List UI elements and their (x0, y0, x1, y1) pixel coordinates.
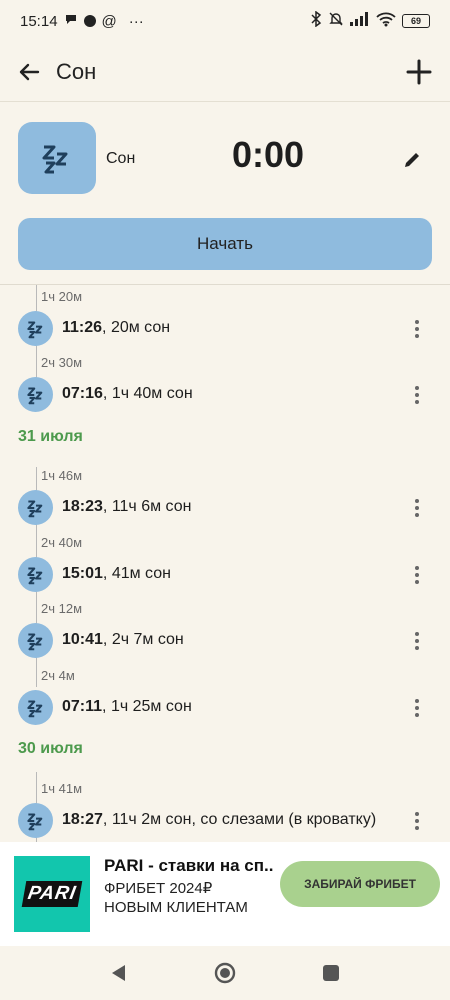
entry-text: 07:16, 1ч 40м сон (62, 385, 193, 403)
nav-recents-icon[interactable] (318, 960, 344, 986)
app-bar: Сон (0, 42, 450, 102)
ad-banner[interactable]: PARI PARI - ставки на сп... ФРИБЕТ 2024₽… (0, 842, 450, 946)
interval-label: 1ч 46м (41, 468, 83, 483)
zzz-icon (18, 377, 53, 412)
zzz-icon (18, 557, 53, 592)
entry-detail: , 20м сон (102, 319, 171, 336)
entry-text: 07:11, 1ч 25м сон (62, 698, 192, 716)
entry-detail: , 11ч 6м сон (102, 498, 192, 515)
more-vertical-icon[interactable] (406, 494, 428, 522)
mute-bell-icon (328, 11, 344, 31)
zzz-icon (18, 803, 53, 838)
entry-detail: , 11ч 2м сон, со слезами (в кроватку) (102, 811, 377, 828)
interval-label: 2ч 12м (41, 601, 83, 616)
pencil-icon[interactable] (398, 146, 426, 174)
chat-icon (64, 12, 78, 30)
entry-detail: , 2ч 7м сон (102, 631, 184, 648)
entry-text: 18:23, 11ч 6м сон (62, 498, 191, 516)
start-button[interactable]: Начать (18, 218, 432, 270)
plus-icon[interactable] (402, 55, 436, 89)
list-item[interactable]: 15:01, 41м сон (0, 555, 450, 595)
pari-logo: PARI (14, 856, 90, 932)
interval-label: 2ч 30м (41, 355, 83, 370)
entry-text: 15:01, 41м сон (62, 565, 171, 583)
ad-text-line-2: НОВЫМ КЛИЕНТАМ (104, 899, 248, 916)
nav-home-icon[interactable] (212, 960, 238, 986)
timeline-list: 1ч 20м 11:26, 20м сон 2ч 30м 07:16, 1ч 4… (0, 285, 450, 842)
entry-text: 11:26, 20м сон (62, 319, 170, 337)
more-vertical-icon[interactable] (406, 381, 428, 409)
ad-logo-text: PARI (21, 881, 83, 907)
interval-label: 1ч 41м (41, 781, 83, 796)
zzz-icon (18, 311, 53, 346)
entry-time: 15:01 (62, 565, 103, 582)
entry-time: 18:27 (62, 811, 103, 828)
list-item[interactable]: 18:23, 11ч 6м сон (0, 488, 450, 528)
more-vertical-icon[interactable] (406, 315, 428, 343)
entry-text: 10:41, 2ч 7м сон (62, 631, 184, 649)
timer-display: 0:00 (232, 134, 305, 175)
ad-text-line-1: ФРИБЕТ 2024₽ (104, 880, 213, 897)
entry-time: 07:16 (62, 385, 103, 402)
bluetooth-icon (310, 10, 322, 31)
date-header: 30 июля (18, 740, 83, 757)
status-bar: 15:14 @ ··· 69 (0, 0, 450, 42)
entry-time: 11:26 (62, 319, 103, 336)
interval-label: 1ч 20м (41, 289, 83, 304)
list-item[interactable]: 11:26, 20м сон (0, 309, 450, 349)
zzz-icon (18, 690, 53, 725)
more-vertical-icon[interactable] (406, 807, 428, 835)
entry-detail: , 1ч 25м сон (102, 698, 192, 715)
wifi-icon (376, 11, 396, 31)
zzz-icon (18, 623, 53, 658)
system-nav-bar (0, 946, 450, 1000)
status-extra: @ (101, 12, 117, 30)
ad-cta-button[interactable]: ЗАБИРАЙ ФРИБЕТ (280, 861, 440, 907)
zzz-icon (18, 122, 96, 194)
battery-level: 69 (410, 16, 421, 26)
ad-title: PARI - ставки на сп... (104, 856, 274, 875)
entry-time: 07:11 (62, 698, 103, 715)
page-title: Сон (56, 58, 97, 84)
interval-label: 2ч 4м (41, 668, 75, 683)
list-item[interactable]: 07:11, 1ч 25м сон (0, 688, 450, 728)
activity-name: Сон (106, 150, 136, 167)
notification-dot-icon (83, 15, 96, 27)
nav-back-icon[interactable] (106, 960, 132, 986)
list-item[interactable]: 18:27, 11ч 2м сон, со слезами (в кроватк… (0, 801, 450, 841)
interval-label: 2ч 40м (41, 535, 83, 550)
back-arrow-icon[interactable] (14, 57, 44, 87)
entry-text: 18:27, 11ч 2м сон, со слезами (в кроватк… (62, 811, 376, 829)
entry-time: 18:23 (62, 498, 103, 515)
battery-icon: 69 (402, 14, 430, 28)
list-item[interactable]: 07:16, 1ч 40м сон (0, 375, 450, 415)
status-more: ··· (128, 12, 144, 30)
entry-detail: , 1ч 40м сон (102, 385, 193, 402)
entry-time: 10:41 (62, 631, 103, 648)
signal-icon (350, 12, 370, 30)
entry-detail: , 41м сон (102, 565, 171, 582)
date-header: 31 июля (18, 428, 83, 445)
zzz-icon (18, 490, 53, 525)
more-vertical-icon[interactable] (406, 561, 428, 589)
list-item[interactable]: 10:41, 2ч 7м сон (0, 621, 450, 661)
more-vertical-icon[interactable] (406, 694, 428, 722)
activity-header: Сон 0:00 Начать (0, 104, 450, 284)
status-time: 15:14 (20, 12, 58, 30)
more-vertical-icon[interactable] (406, 627, 428, 655)
